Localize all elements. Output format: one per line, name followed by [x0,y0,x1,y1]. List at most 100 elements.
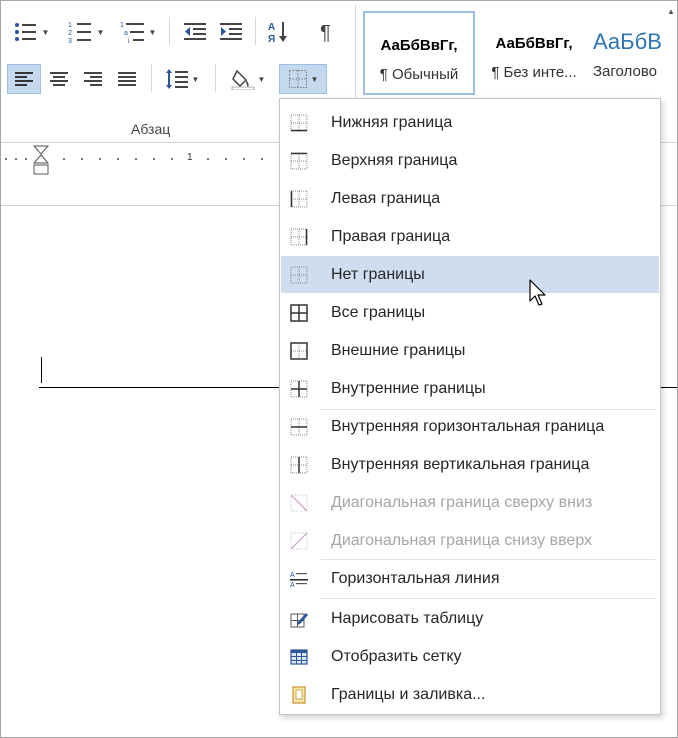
chevron-down-icon: ▼ [191,74,200,84]
ruler-tick [99,158,101,160]
draw-table-icon [290,613,308,628]
ruler-tick [225,158,227,160]
pilcrow-icon: ¶ [320,22,331,43]
gallery-scroll-up-icon[interactable]: ▲ [667,7,677,19]
align-center-icon [50,72,68,86]
menu-item-right-border[interactable]: Правая граница [281,218,659,255]
align-right-button[interactable] [77,64,109,94]
text-cursor [41,357,42,383]
ruler-track: 1 [1,152,281,164]
svg-text:1: 1 [68,22,72,29]
menu-item-borders-and-shading[interactable]: Границы и заливка... [281,676,659,713]
ruler-tick [153,158,155,160]
menu-item-bottom-border[interactable]: Нижняя граница [281,104,659,141]
menu-item-horizontal-line[interactable]: A A Горизонтальная линия [281,560,659,597]
ruler-tick [261,158,263,160]
menu-item-label: Левая граница [331,190,441,207]
no-border-icon [288,70,307,88]
inside-borders-icon [290,380,308,398]
toolbar-divider [215,64,216,92]
diagonal-up-border-icon [290,532,308,550]
menu-item-label: Внутренняя горизонтальная граница [331,418,605,435]
svg-text:3: 3 [68,38,72,44]
menu-item-no-border[interactable]: Нет границы [281,256,659,293]
menu-item-label: Внешние границы [331,342,466,359]
style-sample: АаБбВ [593,29,662,54]
top-border-icon [290,152,308,170]
increase-indent-button[interactable] [215,17,247,47]
menu-item-view-gridlines[interactable]: Отобразить сетку [281,638,659,675]
ruler-tick [15,158,17,160]
sort-button[interactable]: А Я [263,17,295,47]
menu-item-draw-table[interactable]: Нарисовать таблицу [281,600,659,637]
right-border-icon [290,228,308,246]
left-border-icon [290,190,308,208]
menu-item-label: Горизонтальная линия [331,570,500,587]
line-spacing-button[interactable]: ▼ [157,64,207,94]
align-left-button[interactable] [7,64,41,94]
menu-item-label: Диагональная граница снизу вверх [331,532,593,549]
numbering-button[interactable]: 1 2 3 ▼ [61,17,111,47]
group-label: Абзац [131,121,171,137]
toolbar-divider [169,17,170,45]
ruler-tick [207,158,209,160]
svg-text:a: a [124,30,128,37]
menu-item-inside-vertical-border[interactable]: Внутренняя вертикальная граница [281,446,659,483]
style-name: Заголово [593,63,657,80]
horizontal-line-icon: A A [290,572,308,588]
inside-vertical-border-icon [290,456,308,474]
bullets-button[interactable]: ▼ [7,17,55,47]
ruler-tick [135,158,137,160]
line-spacing-icon [165,69,188,89]
all-borders-icon [290,304,308,322]
borders-and-shading-icon [292,686,306,704]
menu-item-label: Нет границы [331,266,425,283]
mouse-pointer-icon [529,279,546,306]
borders-button[interactable]: ▼ [279,64,327,94]
svg-text:1: 1 [120,22,124,29]
chevron-down-icon: ▼ [310,74,319,84]
align-left-icon [15,72,33,86]
style-no-spacing[interactable]: АаБбВвГг, ¶ Без инте... [479,11,589,95]
ruler-tick [243,158,245,160]
view-gridlines-icon [290,649,308,665]
style-heading[interactable]: АаБбВ Заголово [593,11,675,95]
menu-item-label: Внутренние границы [331,380,486,397]
menu-item-inside-horizontal-border[interactable]: Внутренняя горизонтальная граница [281,408,659,445]
menu-item-label: Нарисовать таблицу [331,610,484,627]
style-normal[interactable]: АаБбВвГг, ¶ Обычный [363,11,475,95]
menu-item-top-border[interactable]: Верхняя граница [281,142,659,179]
ruler-tick [25,158,27,160]
outside-borders-icon [290,342,308,360]
svg-text:A: A [290,582,295,588]
ruler-tick [117,158,119,160]
ruler-tick [63,158,65,160]
chevron-down-icon: ▼ [96,27,105,37]
shading-button[interactable]: ▼ [223,64,273,94]
menu-item-inside-borders[interactable]: Внутренние границы [281,370,659,407]
justify-button[interactable] [111,64,143,94]
numbering-icon: 1 2 3 [68,22,91,44]
show-formatting-button[interactable]: ¶ [311,17,343,47]
menu-item-outside-borders[interactable]: Внешние границы [281,332,659,369]
multilevel-list-button[interactable]: 1 a i ▼ [115,17,161,47]
diagonal-down-border-icon [290,494,308,512]
menu-item-label: Границы и заливка... [331,686,486,703]
menu-separator [321,598,655,599]
style-sample: АаБбВвГг, [495,35,573,52]
svg-text:i: i [128,38,130,44]
menu-item-label: Отобразить сетку [331,648,462,665]
style-name: ¶ Обычный [379,66,459,83]
bullets-icon [14,23,36,41]
bottom-border-icon [290,114,308,132]
menu-item-label: Диагональная граница сверху вниз [331,494,593,511]
menu-item-diagonal-down-border: Диагональная граница сверху вниз [281,484,659,521]
decrease-indent-button[interactable] [179,17,211,47]
justify-icon [118,72,136,86]
svg-text:Я: Я [268,34,275,44]
menu-item-all-borders[interactable]: Все границы [281,294,659,331]
align-center-button[interactable] [43,64,75,94]
menu-item-left-border[interactable]: Левая граница [281,180,659,217]
decrease-indent-icon [184,23,206,40]
chevron-down-icon: ▼ [148,27,157,37]
